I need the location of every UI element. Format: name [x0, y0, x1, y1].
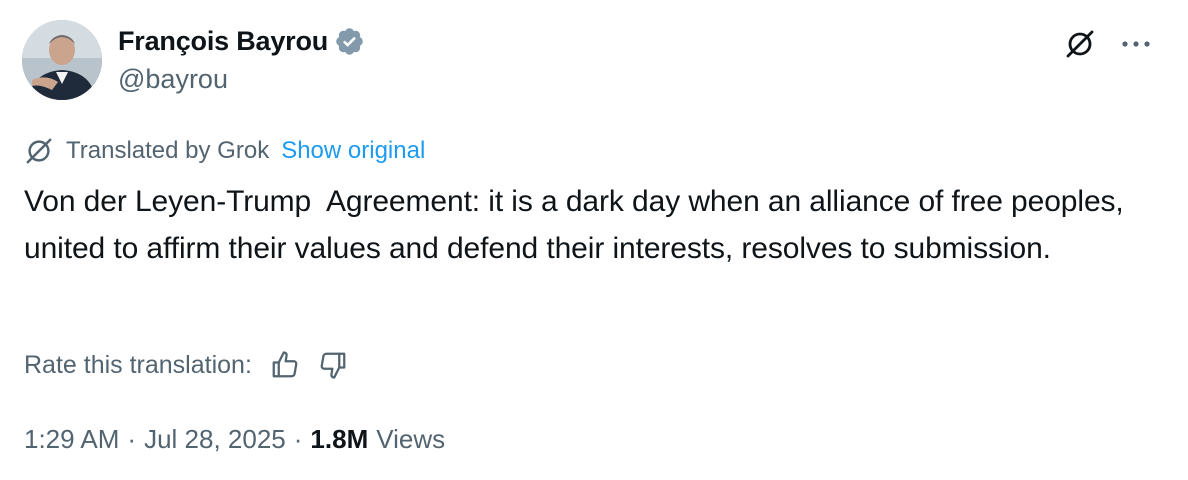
views-count[interactable]: 1.8M	[310, 424, 368, 455]
tweet-card: François Bayrou @bayrou Translated by Gr…	[0, 0, 1188, 480]
meta-separator: ·	[127, 424, 137, 454]
tweet-text: Von der Leyen-Trump Agreement: it is a d…	[24, 185, 1132, 265]
tweet-time[interactable]: 1:29 AM	[24, 424, 119, 455]
rate-translation-label: Rate this translation:	[24, 350, 252, 379]
grok-icon[interactable]	[1064, 28, 1096, 60]
handle[interactable]: @bayrou	[118, 64, 365, 95]
translation-notice: Translated by Grok Show original	[24, 136, 425, 166]
avatar-photo	[22, 20, 102, 100]
show-original-link[interactable]: Show original	[281, 137, 425, 165]
name-row: François Bayrou	[118, 24, 365, 58]
tweet-meta: 1:29 AM · Jul 28, 2025 · 1.8M Views	[24, 424, 445, 455]
thumbs-down-icon[interactable]	[318, 350, 348, 380]
top-actions	[1064, 28, 1154, 60]
tweet-date[interactable]: Jul 28, 2025	[144, 424, 286, 455]
avatar[interactable]	[22, 20, 102, 100]
meta-separator: ·	[293, 424, 303, 454]
rate-translation: Rate this translation:	[24, 350, 348, 380]
display-name[interactable]: François Bayrou	[118, 26, 328, 57]
views-label: Views	[376, 424, 446, 454]
verified-badge-icon[interactable]	[334, 26, 365, 57]
grok-icon	[24, 136, 54, 166]
author-info: François Bayrou @bayrou	[118, 24, 365, 95]
translated-by-label: Translated by Grok	[66, 137, 270, 164]
thumbs-up-icon[interactable]	[270, 350, 300, 380]
more-icon[interactable]	[1118, 28, 1154, 60]
